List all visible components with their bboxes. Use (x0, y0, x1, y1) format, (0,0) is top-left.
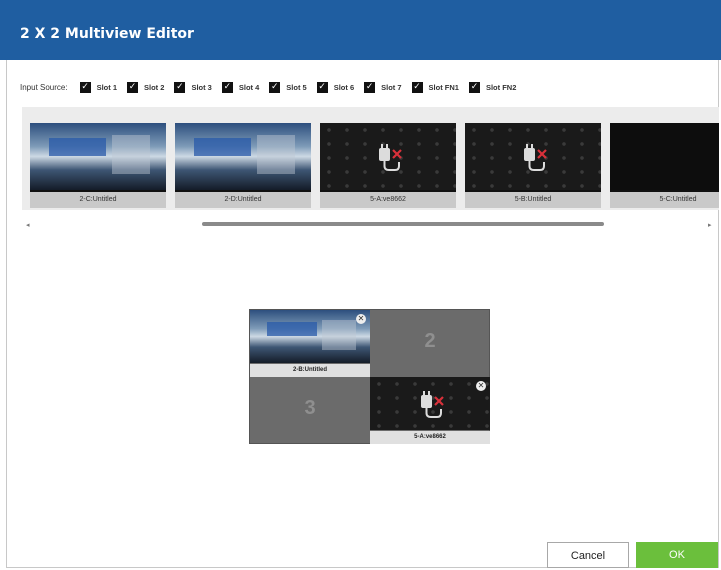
input-source-row: Input Source: ✓ Slot 1 ✓ Slot 2 ✓ Slot 3 ✓ S… (20, 79, 526, 95)
slot-fn2-checkbox[interactable]: ✓ Slot FN2 (468, 81, 517, 93)
check-icon: ✓ (79, 81, 91, 93)
layout-cell-4[interactable]: 5-A:ve8662 ✕ (370, 377, 490, 444)
no-signal-preview (370, 377, 490, 430)
video-preview (250, 310, 370, 363)
source-caption: 5-C:Untitled (610, 192, 719, 208)
dialog-title: 2 X 2 Multiview Editor (20, 26, 194, 42)
layout-cell-2[interactable]: 2 (370, 310, 490, 377)
layout-cell-3[interactable]: 3 (250, 377, 370, 444)
slot-label: Slot 5 (286, 82, 307, 92)
black-preview (610, 123, 719, 190)
source-thumbnail[interactable]: 5-C:Untitled (610, 123, 719, 208)
source-strip: 2-C:Untitled 2-D:Untitled 5-A:ve8662 5-B… (22, 107, 719, 210)
slot-label: Slot 4 (238, 82, 260, 92)
horizontal-scrollbar-thumb[interactable] (202, 222, 604, 226)
check-icon: ✓ (127, 81, 139, 93)
slot-label: Slot FN2 (485, 82, 517, 92)
slot-4-checkbox[interactable]: ✓ Slot 4 (221, 81, 260, 93)
source-thumbnail[interactable]: 2-D:Untitled (175, 123, 311, 208)
slot-3-checkbox[interactable]: ✓ Slot 3 (174, 81, 212, 93)
title-bar: 2 X 2 Multiview Editor (0, 0, 721, 60)
cell-caption: 5-A:ve8662 (370, 431, 490, 444)
check-icon: ✓ (364, 81, 376, 93)
slot-5-checkbox[interactable]: ✓ Slot 5 (269, 81, 307, 93)
source-thumbnail[interactable]: 5-B:Untitled (465, 123, 601, 208)
source-caption: 5-A:ve8662 (320, 192, 456, 208)
cell-number: 3 (304, 397, 316, 419)
check-icon: ✓ (316, 81, 328, 93)
slot-label: Slot 6 (333, 82, 355, 92)
source-thumbnail[interactable]: 2-C:Untitled (30, 123, 166, 208)
cell-number: 2 (424, 330, 436, 352)
check-icon: ✓ (269, 81, 281, 93)
slot-fn1-checkbox[interactable]: ✓ Slot FN1 (411, 81, 459, 93)
video-preview (30, 123, 166, 190)
unplugged-cable-icon (524, 143, 547, 171)
unplugged-cable-icon (379, 143, 402, 171)
source-caption: 2-D:Untitled (175, 192, 311, 208)
video-preview (175, 123, 311, 190)
input-source-label: Input Source: (20, 82, 68, 92)
slot-label: Slot 1 (96, 82, 118, 92)
multiview-layout-grid: 2-B:Untitled ✕ 2 3 5-A:ve8662 ✕ (249, 309, 490, 444)
close-icon[interactable]: ✕ (356, 314, 366, 324)
slot-label: Slot 7 (381, 82, 402, 92)
slot-2-checkbox[interactable]: ✓ Slot 2 (127, 81, 165, 93)
check-icon: ✓ (468, 81, 480, 93)
slot-label: Slot 2 (144, 82, 165, 92)
slot-7-checkbox[interactable]: ✓ Slot 7 (364, 81, 402, 93)
slot-label: Slot 3 (191, 82, 212, 92)
ok-button[interactable]: OK (636, 542, 718, 568)
no-signal-preview (465, 123, 601, 190)
no-signal-preview (320, 123, 456, 190)
layout-cell-1[interactable]: 2-B:Untitled ✕ (250, 310, 370, 377)
source-thumbnail[interactable]: 5-A:ve8662 (320, 123, 456, 208)
scroll-left-arrow-icon[interactable]: ◂ (26, 221, 30, 229)
slot-6-checkbox[interactable]: ✓ Slot 6 (316, 81, 355, 93)
source-caption: 5-B:Untitled (465, 192, 601, 208)
check-icon: ✓ (411, 81, 423, 93)
check-icon: ✓ (221, 81, 233, 93)
unplugged-cable-icon (421, 390, 444, 418)
slot-label: Slot FN1 (428, 82, 459, 92)
slot-1-checkbox[interactable]: ✓ Slot 1 (79, 81, 118, 93)
cancel-button[interactable]: Cancel (547, 542, 629, 568)
close-icon[interactable]: ✕ (476, 381, 486, 391)
check-icon: ✓ (174, 81, 186, 93)
scroll-right-arrow-icon[interactable]: ▸ (708, 221, 712, 229)
source-caption: 2-C:Untitled (30, 192, 166, 208)
cell-caption: 2-B:Untitled (250, 364, 370, 377)
